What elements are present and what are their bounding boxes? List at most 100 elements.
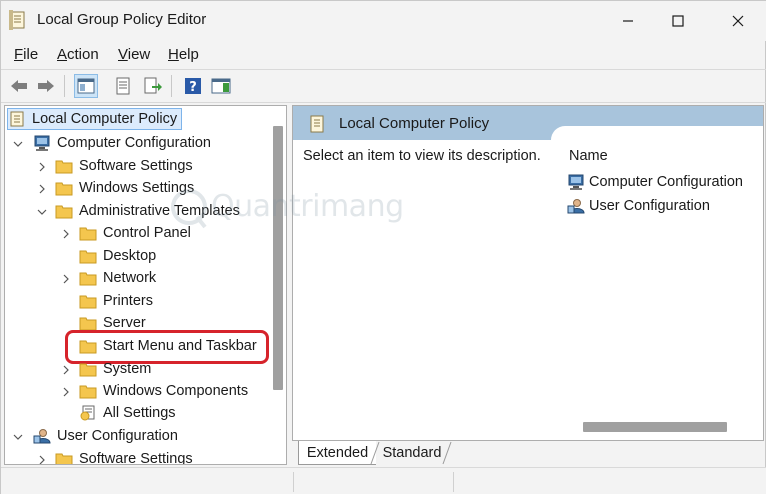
tab-standard[interactable]: Standard [376,441,448,465]
tree-item-desktop[interactable]: Desktop [79,245,156,267]
tree-item-user-configuration[interactable]: User Configuration [33,425,178,447]
details-description: Select an item to view its description. [303,148,541,164]
tab-extended[interactable]: Extended [298,441,376,465]
forward-arrow-icon [38,80,54,92]
tree-item-printers[interactable]: Printers [79,290,153,312]
chevron-right-icon[interactable] [37,184,47,194]
tree-item-software-settings[interactable]: Software Settings [55,155,193,177]
show-action-pane-button[interactable] [209,74,233,98]
tree-item-system[interactable]: System [79,358,151,380]
back-button[interactable] [7,74,31,98]
tree-item-windows-settings[interactable]: Windows Settings [55,177,194,199]
status-cell [453,472,613,492]
list-item-computer-configuration[interactable]: Computer Configuration [567,172,743,192]
tree-item-label: All Settings [103,405,176,421]
tree-item-label: Administrative Templates [79,203,240,219]
chevron-right-icon[interactable] [61,387,71,397]
forward-button[interactable] [34,74,58,98]
show-hide-console-tree-icon [77,78,95,94]
tree-item-label: Software Settings [79,451,193,465]
tree-item-administrative-templates[interactable]: Administrative Templates [55,200,240,222]
details-horizontal-scrollbar[interactable] [583,422,727,432]
minimize-icon [623,20,633,22]
maximize-button[interactable] [655,1,701,41]
back-arrow-icon [11,80,27,92]
policy-editor-app-icon [9,10,25,30]
tree-item-computer-configuration[interactable]: Computer Configuration [33,132,211,154]
tree-item-label: System [103,361,152,377]
chevron-down-icon[interactable] [13,432,23,442]
minimize-button[interactable] [605,1,651,41]
toolbar: ? [1,69,766,103]
folder-icon [79,317,97,331]
tree-item-label: Local Computer Policy [32,111,178,127]
toolbar-separator [64,75,65,97]
close-icon [732,15,744,27]
title-bar[interactable]: Local Group Policy Editor [1,1,766,41]
folder-icon [55,453,73,464]
list-item-label: Computer Configuration [589,174,743,190]
folder-icon [79,227,97,241]
details-header-notch [551,126,763,140]
menu-action[interactable]: Action [57,46,99,63]
tree-item-label: Windows Settings [79,180,195,196]
tree-item-user-software-settings[interactable]: Software Settings [55,448,193,465]
help-icon: ? [185,78,201,95]
details-title: Local Computer Policy [339,115,490,132]
folder-icon [79,385,97,399]
tree-item-local-computer-policy[interactable]: Local Computer Policy [7,108,183,130]
close-button[interactable] [715,1,761,41]
toolbar-separator [171,75,172,97]
maximize-icon [672,15,684,27]
tree-vertical-scrollbar[interactable] [273,126,283,390]
chevron-right-icon[interactable] [61,274,71,284]
tree-item-label: Server [103,315,146,331]
tree-item-label: Network [103,270,157,286]
svg-text:?: ? [189,80,197,95]
computer-icon [568,174,584,190]
app-window: Local Group Policy Editor File Action Vi… [0,0,766,494]
computer-icon [34,135,50,151]
user-icon [33,429,51,444]
show-hide-console-tree-button[interactable] [74,74,98,98]
menu-view[interactable]: View [118,46,150,63]
menu-bar: File Action View Help [1,41,766,69]
chevron-right-icon[interactable] [61,365,71,375]
tree-item-label: Windows Components [103,383,249,399]
policy-document-icon [310,115,324,133]
list-item-user-configuration[interactable]: User Configuration [567,196,710,216]
properties-button[interactable] [111,74,135,98]
user-icon [567,199,585,214]
tree-item-all-settings[interactable]: All Settings [79,402,176,424]
tree-item-label: Desktop [103,248,157,264]
window-title: Local Group Policy Editor [37,11,207,28]
chevron-down-icon[interactable] [37,207,47,217]
tab-label: Standard [382,445,442,461]
menu-help[interactable]: Help [168,46,199,63]
policy-document-icon [10,111,24,127]
tree-item-label: Computer Configuration [57,135,211,151]
chevron-right-icon[interactable] [37,162,47,172]
folder-icon [79,363,97,377]
help-button[interactable]: ? [181,74,205,98]
details-pane: Local Computer Policy Select an item to … [292,105,764,441]
status-bar [1,467,766,494]
tree-item-control-panel[interactable]: Control Panel [79,222,191,244]
column-header-name[interactable]: Name [569,148,608,164]
folder-icon [55,160,73,174]
export-list-button[interactable] [141,74,165,98]
tree-item-windows-components[interactable]: Windows Components [79,380,248,402]
status-cell [293,472,453,492]
tab-divider [442,441,452,465]
tree-item-label: Control Panel [103,225,191,241]
menu-file[interactable]: File [14,46,38,63]
tab-label: Extended [306,444,369,461]
tree-item-network[interactable]: Network [79,267,156,289]
chevron-right-icon[interactable] [37,455,47,465]
console-tree[interactable]: Local Computer Policy Computer Configura… [4,105,287,465]
folder-icon [79,250,97,264]
chevron-right-icon[interactable] [61,229,71,239]
chevron-down-icon[interactable] [13,139,23,149]
show-action-pane-icon [211,78,231,94]
properties-icon [116,77,130,95]
